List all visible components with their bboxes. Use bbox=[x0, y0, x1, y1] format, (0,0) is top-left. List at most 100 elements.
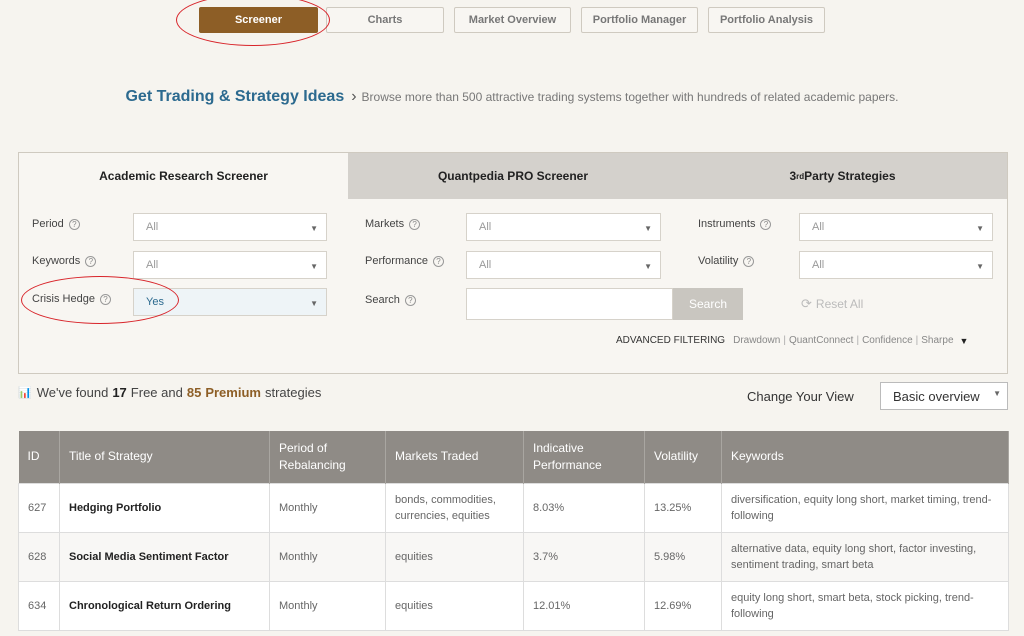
column-header-markets[interactable]: Markets Traded bbox=[385, 431, 524, 483]
tab-third-party-number: 3 bbox=[789, 169, 797, 183]
performance-select[interactable]: All ▼ bbox=[466, 251, 661, 279]
help-icon[interactable]: ? bbox=[99, 293, 111, 305]
top-navigation: Screener Charts Market Overview Portfoli… bbox=[0, 7, 1024, 34]
keywords-label-text: Keywords bbox=[32, 255, 81, 267]
search-button[interactable]: Search bbox=[673, 288, 743, 320]
nav-charts[interactable]: Charts bbox=[326, 7, 444, 33]
cell-markets: bonds, commodities, currencies, equities bbox=[385, 482, 524, 533]
volatility-label-text: Volatility bbox=[698, 255, 739, 267]
markets-select-value: All bbox=[479, 221, 492, 233]
help-icon[interactable]: ? bbox=[85, 255, 97, 267]
caret-down-icon: ▼ bbox=[976, 262, 984, 271]
tab-third-party-label: Party Strategies bbox=[804, 169, 896, 183]
period-select[interactable]: All ▼ bbox=[133, 213, 327, 241]
advanced-link-quantconnect[interactable]: QuantConnect bbox=[789, 335, 854, 346]
search-input[interactable] bbox=[466, 288, 673, 320]
view-select[interactable]: Basic overview ▼ bbox=[880, 382, 1008, 410]
help-icon[interactable]: ? bbox=[432, 255, 444, 267]
crisis-hedge-label: Crisis Hedge? bbox=[32, 293, 111, 305]
reset-all-label: Reset All bbox=[815, 297, 864, 311]
strategies-table: ID Title of Strategy Period of Rebalanci… bbox=[18, 431, 1009, 631]
tab-third-party-sup: rd bbox=[796, 171, 805, 181]
page-title: Get Trading & Strategy Ideas bbox=[125, 88, 345, 105]
results-suffix: strategies bbox=[264, 385, 322, 400]
help-icon[interactable]: ? bbox=[404, 294, 416, 306]
hero: Get Trading & Strategy Ideas › Browse mo… bbox=[0, 88, 1024, 106]
performance-select-value: All bbox=[479, 259, 492, 271]
help-icon[interactable]: ? bbox=[68, 218, 80, 230]
advanced-link-drawdown[interactable]: Drawdown bbox=[733, 335, 780, 346]
cell-volatility: 5.98% bbox=[644, 531, 722, 582]
nav-portfolio-analysis[interactable]: Portfolio Analysis bbox=[708, 7, 825, 33]
nav-market-overview[interactable]: Market Overview bbox=[454, 7, 571, 33]
advanced-link-sharpe[interactable]: Sharpe bbox=[921, 335, 953, 346]
column-header-period[interactable]: Period of Rebalancing bbox=[269, 431, 386, 483]
caret-down-icon: ▼ bbox=[993, 389, 1001, 398]
keywords-select[interactable]: All ▼ bbox=[133, 251, 327, 279]
cell-keywords: diversification, equity long short, mark… bbox=[721, 482, 1009, 533]
advanced-link-confidence[interactable]: Confidence bbox=[862, 335, 913, 346]
cell-keywords: alternative data, equity long short, fac… bbox=[721, 531, 1009, 582]
crisis-hedge-select-value: Yes bbox=[146, 296, 164, 308]
cell-title[interactable]: Social Media Sentiment Factor bbox=[59, 531, 270, 582]
cell-period: Monthly bbox=[269, 580, 386, 631]
crisis-hedge-label-text: Crisis Hedge bbox=[32, 293, 95, 305]
column-header-keywords[interactable]: Keywords bbox=[721, 431, 1009, 483]
table-row[interactable]: 628 Social Media Sentiment Factor Monthl… bbox=[18, 531, 1009, 582]
premium-word: Premium bbox=[205, 385, 261, 400]
help-icon[interactable]: ? bbox=[760, 218, 772, 230]
help-icon[interactable]: ? bbox=[743, 255, 755, 267]
crisis-hedge-select[interactable]: Yes ▼ bbox=[133, 288, 327, 316]
cell-id: 627 bbox=[18, 482, 60, 533]
advanced-filtering-label: ADVANCED FILTERING bbox=[616, 335, 726, 346]
nav-portfolio-manager[interactable]: Portfolio Manager bbox=[581, 7, 698, 33]
refresh-icon: ⟳ bbox=[801, 296, 812, 311]
tab-quantpedia-pro[interactable]: Quantpedia PRO Screener bbox=[348, 153, 678, 199]
cell-title[interactable]: Hedging Portfolio bbox=[59, 482, 270, 533]
search-label: Search? bbox=[365, 294, 416, 306]
cell-volatility: 13.25% bbox=[644, 482, 722, 533]
screener-panel: Academic Research Screener Quantpedia PR… bbox=[18, 152, 1008, 374]
keywords-select-value: All bbox=[146, 259, 159, 271]
search-label-text: Search bbox=[365, 294, 400, 306]
volatility-select[interactable]: All ▼ bbox=[799, 251, 993, 279]
column-header-title[interactable]: Title of Strategy bbox=[59, 431, 270, 483]
caret-down-icon: ▼ bbox=[310, 262, 318, 271]
instruments-select-value: All bbox=[812, 221, 825, 233]
cell-performance: 3.7% bbox=[523, 531, 645, 582]
period-label-text: Period bbox=[32, 218, 64, 230]
change-view-label: Change Your View bbox=[747, 389, 854, 404]
caret-down-icon: ▼ bbox=[644, 262, 652, 271]
caret-down-icon[interactable]: ▼ bbox=[960, 336, 969, 346]
cell-title[interactable]: Chronological Return Ordering bbox=[59, 580, 270, 631]
caret-down-icon: ▼ bbox=[976, 224, 984, 233]
page-subtitle: Browse more than 500 attractive trading … bbox=[361, 90, 899, 104]
column-header-id[interactable]: ID bbox=[18, 431, 60, 483]
cell-id: 628 bbox=[18, 531, 60, 582]
nav-screener[interactable]: Screener bbox=[199, 7, 318, 33]
table-row[interactable]: 627 Hedging Portfolio Monthly bonds, com… bbox=[18, 482, 1009, 533]
tab-third-party[interactable]: 3rd Party Strategies bbox=[678, 153, 1007, 199]
cell-id: 634 bbox=[18, 580, 60, 631]
column-header-performance[interactable]: Indicative Performance bbox=[523, 431, 645, 483]
cell-markets: equities bbox=[385, 580, 524, 631]
results-summary: 📊 We've found 17 Free and 85 Premium str… bbox=[18, 385, 321, 400]
free-count: 17 bbox=[112, 385, 127, 400]
table-row[interactable]: 634 Chronological Return Ordering Monthl… bbox=[18, 580, 1009, 631]
instruments-label-text: Instruments bbox=[698, 218, 756, 230]
cell-period: Monthly bbox=[269, 531, 386, 582]
separator: | bbox=[915, 335, 919, 346]
markets-select[interactable]: All ▼ bbox=[466, 213, 661, 241]
column-header-volatility[interactable]: Volatility bbox=[644, 431, 722, 483]
tab-academic-research[interactable]: Academic Research Screener bbox=[19, 153, 348, 199]
instruments-label: Instruments? bbox=[698, 218, 772, 230]
help-icon[interactable]: ? bbox=[409, 218, 421, 230]
markets-label-text: Markets bbox=[365, 218, 405, 230]
reset-all-button[interactable]: ⟳ Reset All bbox=[801, 296, 863, 312]
bar-chart-icon: 📊 bbox=[18, 387, 32, 399]
keywords-label: Keywords? bbox=[32, 255, 97, 267]
instruments-select[interactable]: All ▼ bbox=[799, 213, 993, 241]
cell-volatility: 12.69% bbox=[644, 580, 722, 631]
screener-tabs: Academic Research Screener Quantpedia PR… bbox=[19, 153, 1007, 199]
chevron-right-icon: › bbox=[351, 88, 357, 105]
